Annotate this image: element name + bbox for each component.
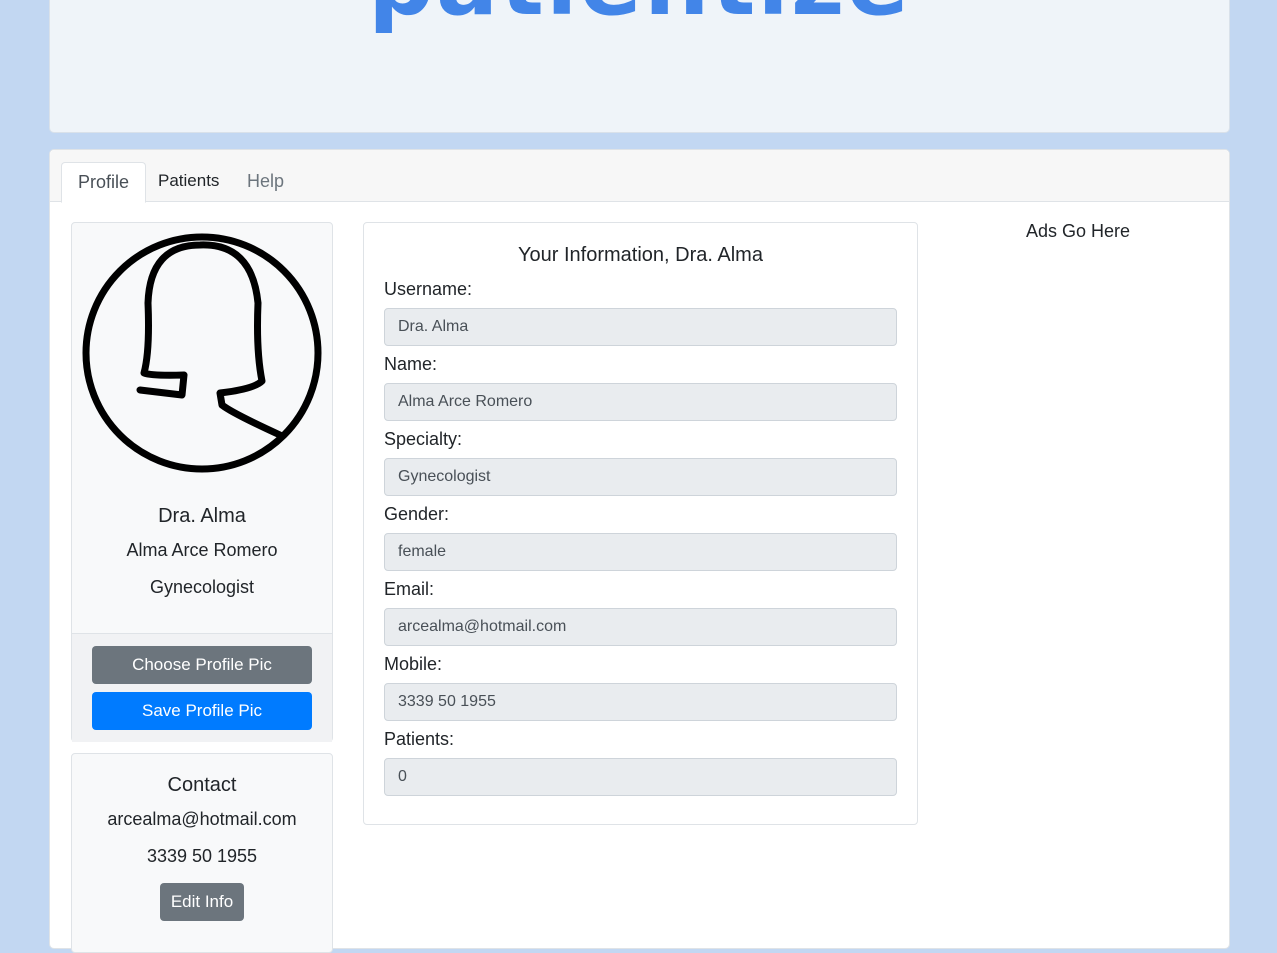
contact-email: arcealma@hotmail.com [107, 809, 297, 829]
avatar-icon [82, 233, 322, 473]
information-card: Your Information, Dra. Alma Username: Dr… [363, 222, 918, 825]
gender-label: Gender: [384, 504, 450, 524]
email-label: Email: [384, 579, 435, 599]
information-heading: Your Information, Dra. Alma [518, 244, 763, 266]
tab-patients[interactable]: Patients [142, 162, 235, 202]
username-field[interactable]: Dra. Alma [384, 308, 897, 346]
save-profile-pic-button[interactable]: Save Profile Pic [92, 692, 312, 730]
gender-field[interactable]: female [384, 533, 897, 571]
profile-panel: Dra. Alma Alma Arce Romero Gynecologist … [71, 222, 333, 742]
edit-info-button[interactable]: Edit Info [160, 883, 244, 921]
contact-phone: 3339 50 1955 [146, 846, 258, 866]
ads-placeholder: Ads Go Here [1025, 221, 1131, 241]
patients-label: Patients: [384, 729, 455, 749]
name-label: Name: [384, 354, 438, 374]
contact-heading: Contact [167, 774, 237, 796]
profile-specialty: Gynecologist [149, 577, 255, 597]
name-field[interactable]: Alma Arce Romero [384, 383, 897, 421]
profile-full-name: Alma Arce Romero [126, 540, 278, 560]
brand-logo: patientize [50, 0, 1229, 36]
patients-field[interactable]: 0 [384, 758, 897, 796]
email-field[interactable]: arcealma@hotmail.com [384, 608, 897, 646]
tab-help[interactable]: Help [231, 162, 300, 202]
mobile-field[interactable]: 3339 50 1955 [384, 683, 897, 721]
main-card: Profile Patients Help Dra. Alma Alma Arc… [49, 149, 1230, 953]
specialty-label: Specialty: [384, 429, 463, 449]
username-label: Username: [384, 279, 473, 299]
contact-panel: Contact arcealma@hotmail.com 3339 50 195… [71, 753, 333, 953]
profile-actions: Choose Profile Pic Save Profile Pic [72, 633, 332, 742]
header-banner: patientize [49, 0, 1230, 133]
tab-bar: Profile Patients Help [50, 150, 1229, 203]
tab-profile[interactable]: Profile [61, 162, 147, 203]
profile-display-name: Dra. Alma [158, 505, 246, 527]
mobile-label: Mobile: [384, 654, 443, 674]
choose-profile-pic-button[interactable]: Choose Profile Pic [92, 646, 312, 684]
specialty-field[interactable]: Gynecologist [384, 458, 897, 496]
